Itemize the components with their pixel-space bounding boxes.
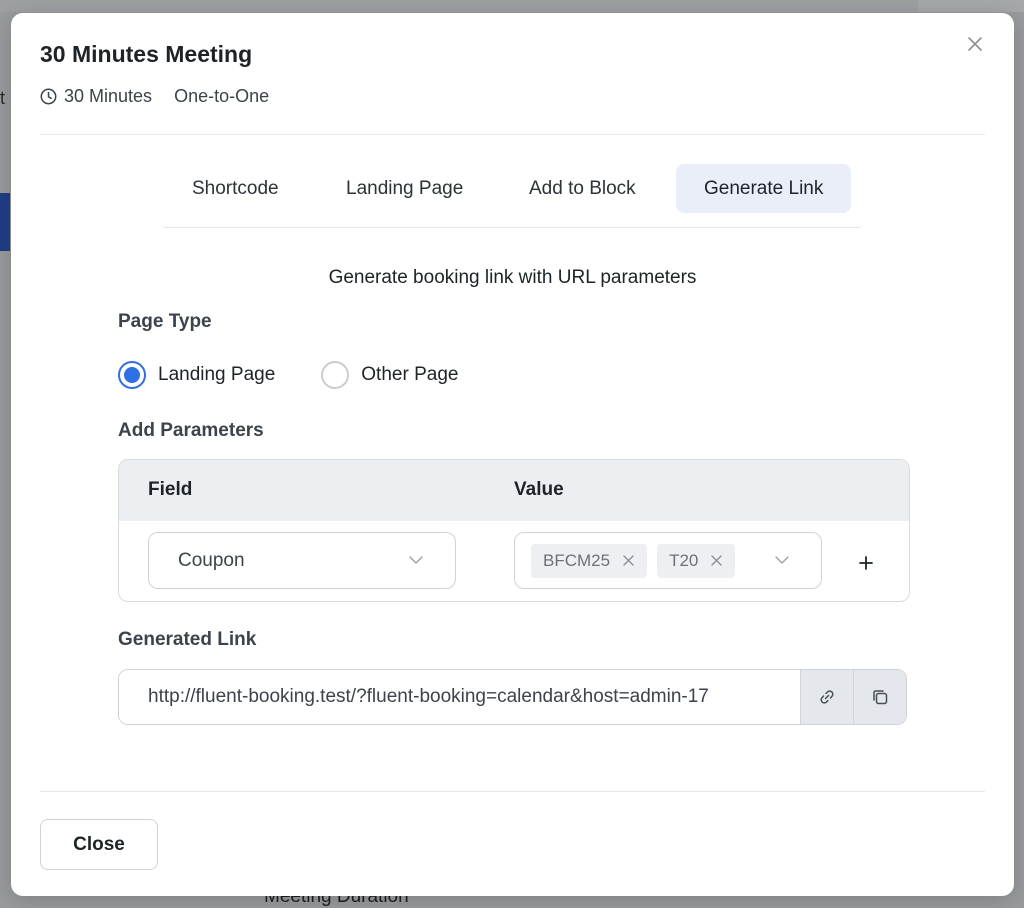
clock-icon (40, 88, 57, 105)
radio-landing-page-label: Landing Page (158, 364, 276, 385)
value-tag: BFCM25 (531, 543, 648, 578)
remove-tag-icon[interactable] (622, 554, 635, 567)
page-type-radio-group: Landing Page Other Page (118, 361, 504, 389)
page-type-label: Page Type (118, 311, 212, 332)
copy-icon[interactable] (853, 670, 906, 724)
event-duration: 30 Minutes (64, 86, 153, 106)
event-meta: 30 Minutes One-to-One (40, 86, 269, 107)
background-sidebar-accent (0, 193, 10, 251)
field-select[interactable]: Coupon (148, 532, 456, 589)
close-icon[interactable] (964, 33, 986, 55)
radio-checked-indicator[interactable] (118, 361, 146, 389)
parameters-table: Field Value Coupon BFCM25 T20 (118, 459, 910, 602)
value-multiselect[interactable]: BFCM25 T20 (514, 532, 822, 589)
value-column-header: Value (514, 479, 564, 500)
modal-title: 30 Minutes Meeting (40, 41, 253, 67)
tab-generate-link[interactable]: Generate Link (676, 164, 852, 213)
close-button[interactable]: Close (40, 819, 158, 870)
background-top-strip (0, 0, 1024, 12)
link-icon[interactable] (800, 670, 853, 724)
tab-add-to-block[interactable]: Add to Block (501, 164, 664, 213)
radio-landing-page[interactable]: Landing Page (118, 361, 275, 389)
radio-unchecked-indicator[interactable] (321, 361, 350, 389)
chevron-down-icon (407, 551, 425, 569)
share-modal: 30 Minutes Meeting 30 Minutes One-to-One… (11, 13, 1014, 896)
header-divider (40, 134, 985, 135)
field-select-value: Coupon (178, 549, 245, 571)
tab-landing-page[interactable]: Landing Page (318, 164, 491, 213)
tabs-divider (163, 227, 861, 228)
radio-other-page-label: Other Page (361, 364, 459, 385)
field-column-header: Field (148, 479, 193, 500)
event-type: One-to-One (174, 86, 270, 106)
background-edge-text: t (0, 88, 6, 108)
section-subtitle: Generate booking link with URL parameter… (328, 267, 697, 288)
generated-link-label: Generated Link (118, 629, 257, 650)
generated-link-field (118, 669, 907, 725)
add-parameters-label: Add Parameters (118, 420, 264, 441)
generated-link-input[interactable] (119, 670, 800, 724)
footer-divider (40, 791, 985, 792)
parameters-table-header: Field Value (119, 460, 909, 521)
table-row: Coupon BFCM25 T20 (119, 521, 909, 601)
tab-shortcode[interactable]: Shortcode (164, 164, 307, 213)
plus-icon[interactable] (854, 551, 878, 575)
value-tag: T20 (657, 543, 736, 578)
value-tag-label: T20 (669, 550, 699, 570)
chevron-down-icon (773, 551, 791, 569)
remove-tag-icon[interactable] (710, 554, 723, 567)
share-tabs: Shortcode Landing Page Add to Block Gene… (163, 164, 861, 228)
radio-other-page[interactable]: Other Page (321, 361, 458, 389)
value-tag-label: BFCM25 (543, 550, 611, 570)
background-tab (918, 0, 1024, 12)
